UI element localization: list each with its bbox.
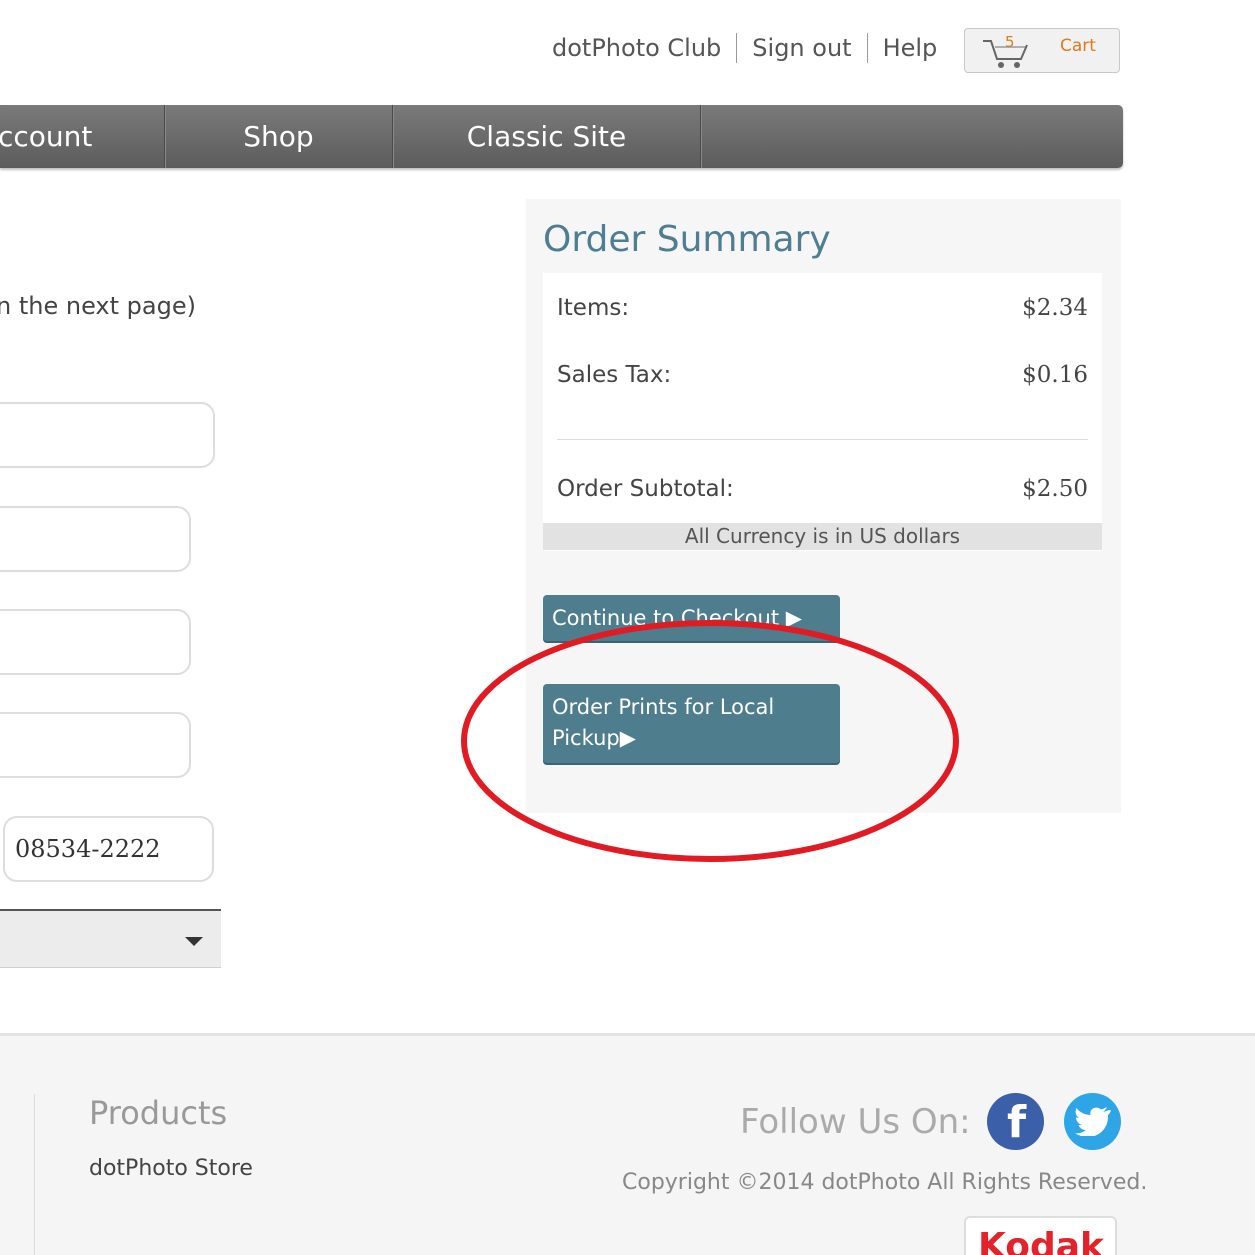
main-nav: ccount Shop Classic Site [0,105,1123,168]
address-line2-input[interactable] [0,508,189,570]
local-pickup-label-line2: Pickup▶ [552,726,636,750]
copyright-text: Copyright ©2014 dotPhoto All Rights Rese… [622,1170,1148,1195]
footer-products-heading: Products [89,1094,228,1132]
sales-tax-row: Sales Tax: $0.16 [557,362,1088,388]
footer-divider [34,1094,35,1255]
nav-shop[interactable]: Shop [165,105,393,168]
sales-tax-value: $0.16 [1022,362,1088,388]
address-line2-field[interactable] [0,506,191,572]
items-value: $2.34 [1022,295,1088,321]
chevron-down-icon [185,937,203,946]
cart-button[interactable]: 5 Cart [964,28,1120,73]
link-divider [736,33,738,63]
sales-tax-label: Sales Tax: [557,362,672,388]
form-hint: n the next page) [0,292,196,320]
zip-input[interactable] [5,818,212,880]
items-label: Items: [557,295,630,321]
facebook-icon[interactable]: f [987,1093,1044,1150]
top-links: dotPhoto Club Sign out Help [552,30,937,66]
twitter-icon[interactable] [1064,1093,1121,1150]
sign-out-link[interactable]: Sign out [752,34,851,62]
currency-note: All Currency is in US dollars [543,523,1102,550]
nav-account[interactable]: ccount [0,105,165,168]
zip-field[interactable] [3,816,214,882]
local-pickup-label-line1: Order Prints for Local [552,695,775,719]
order-summary-panel: Order Summary Items: $2.34 Sales Tax: $0… [526,199,1121,813]
help-link[interactable]: Help [883,34,938,62]
country-select[interactable] [0,909,221,968]
dotphoto-store-link[interactable]: dotPhoto Store [89,1156,253,1181]
subtotal-label: Order Subtotal: [557,476,734,502]
follow-us-label: Follow Us On: [740,1102,971,1142]
twitter-bird-icon [1075,1107,1111,1136]
summary-divider [557,439,1088,440]
continue-to-checkout-button[interactable]: Continue to Checkout ▶ [543,595,840,641]
subtotal-row: Order Subtotal: $2.50 [557,476,1088,502]
cart-label: Cart [1060,36,1096,56]
state-field[interactable] [0,712,191,778]
dotphoto-club-link[interactable]: dotPhoto Club [552,34,721,62]
link-divider [866,33,868,63]
order-summary-title: Order Summary [543,219,831,260]
state-input[interactable] [0,714,189,776]
items-row: Items: $2.34 [557,295,1088,321]
kodak-logo-text: Kodak [978,1226,1104,1255]
kodak-logo: Kodak [964,1216,1117,1255]
cart-count-badge: 5 [1005,33,1015,51]
order-local-pickup-button[interactable]: Order Prints for Local Pickup▶ [543,684,840,763]
footer: Products dotPhoto Store Follow Us On: f … [0,1033,1255,1255]
city-input[interactable] [0,611,189,673]
city-field[interactable] [0,609,191,675]
address-field[interactable] [0,402,215,468]
nav-classic-site[interactable]: Classic Site [393,105,701,168]
address-input[interactable] [0,404,213,466]
order-summary-box: Items: $2.34 Sales Tax: $0.16 Order Subt… [543,273,1102,551]
facebook-glyph: f [1007,1097,1027,1148]
subtotal-value: $2.50 [1022,476,1088,502]
